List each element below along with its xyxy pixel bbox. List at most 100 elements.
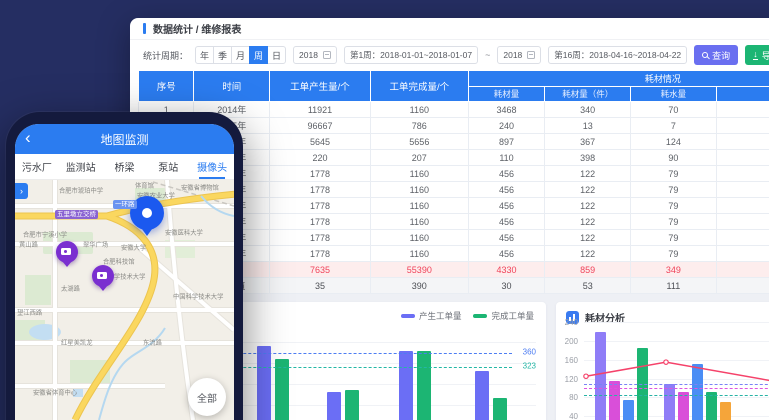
map-label: 合肥市宁溪小学 [23,230,67,239]
map-label: 合肥市琥珀中学 [59,186,103,195]
phone-tab-污水厂[interactable]: 污水厂 [15,154,59,179]
query-button[interactable]: 查询 [694,45,738,65]
table-cell: 349 [631,262,717,278]
table-cell: 1778 [270,198,371,214]
breadcrumb-text: 数据统计 / 维修报表 [153,21,241,36]
bar [706,392,717,420]
pin-dot [142,208,152,218]
group-header: 耗材情况 [468,71,769,87]
sub-column-header: 水量 [716,87,769,102]
table-cell: 7635 [270,262,371,278]
table-cell: 5645 [270,134,371,150]
table-cell: 122 [545,214,631,230]
table-cell: 1778 [270,230,371,246]
table-cell: 79 [631,246,717,262]
table-cell: 13 [545,118,631,134]
sub-column-header: 耗材量（件） [545,87,631,102]
table-cell: 110 [468,150,545,166]
sub-column-header: 耗材量 [468,87,545,102]
calendar-icon [323,51,331,59]
table-cell: 70 [631,102,717,118]
bar [595,332,606,420]
period-label: 统计周期： [143,49,188,62]
table-row: 12014年119211160346834070250 [139,102,769,118]
camera-pin[interactable] [92,265,114,287]
table-cell: 67 [716,230,769,246]
table-cell: 1160 [370,214,468,230]
table-cell: 1778 [270,246,371,262]
sub-column-header: 耗水量 [631,87,717,102]
bar [720,402,731,420]
map-view[interactable]: 体育馆安徽农业大学安徽省博物馆合肥市琥珀中学合肥市宁溪小学安徽医科大学翠华广场安… [15,180,234,420]
all-button[interactable]: 全部 [188,378,226,416]
period-option-周[interactable]: 周 [249,46,268,64]
calendar-icon [527,51,535,59]
camera-pin[interactable] [56,241,78,263]
export-excel-button[interactable]: ↓ 导出Excel [745,45,769,65]
map-label: 太湖路 [61,284,80,293]
query-label: 查询 [712,49,730,62]
phone-tab-摄像头[interactable]: 摄像头 [190,154,234,179]
map-label: 安徽医科大学 [165,228,203,237]
gridline [584,341,769,342]
download-icon: ↓ [753,50,758,60]
table-cell: 456 [468,182,545,198]
y-axis-label: 160 [556,356,578,365]
reference-line [584,388,769,389]
pin-tail [98,285,108,291]
filter-bar: 统计周期： 年季月周日 2018 第1周：2018-01-01~2018-01-… [130,40,769,70]
year-from-value: 2018 [299,50,318,60]
year-to-value: 2018 [503,50,522,60]
year-to-picker[interactable]: 2018 [497,46,541,64]
table-cell: 340 [545,102,631,118]
table-cell: 5656 [370,134,468,150]
week-from-field[interactable]: 第1周：2018-01-01~2018-01-07 [344,46,478,64]
phone-tab-泵站[interactable]: 泵站 [146,154,190,179]
table-cell: 1778 [270,214,371,230]
range-separator: ~ [485,50,490,60]
road-name-tag: 五里墩立交桥 [55,210,98,219]
breadcrumb-accent [143,23,146,34]
gridline [584,379,769,380]
table-cell: 96667 [270,118,371,134]
bar [493,398,507,420]
bar [692,364,703,420]
period-option-季[interactable]: 季 [213,46,232,64]
phone-tab-桥梁[interactable]: 桥梁 [103,154,147,179]
y-axis-label: 200 [556,337,578,346]
material-bar-chart: 2402001601208040 [556,302,769,420]
table-cell: 456 [468,230,545,246]
table-cell: 859 [545,262,631,278]
pin-tail [62,261,72,267]
column-header: 工单完成量/个 [370,71,468,102]
table-cell: 456 [468,214,545,230]
gridline [584,322,769,323]
phone-tab-监测站[interactable]: 监测站 [59,154,103,179]
table-cell: 456 [468,166,545,182]
bar [257,346,271,420]
period-option-月[interactable]: 月 [231,46,250,64]
map-label: 体育馆 [135,181,154,190]
expand-icon[interactable]: › [15,183,28,199]
period-option-年[interactable]: 年 [195,46,214,64]
year-from-picker[interactable]: 2018 [293,46,337,64]
table-cell: 456 [468,198,545,214]
table-cell: 1160 [370,198,468,214]
material-chart-card: 耗材分析 2402001601208040 [556,302,769,420]
week-to-field[interactable]: 第16周：2018-04-16~2018-04-22 [548,46,687,64]
table-cell: 250 [716,102,769,118]
reference-line [584,395,769,396]
table-cell: 124 [631,134,717,150]
map-label: 中国科学技术大学 [173,292,223,301]
table-cell: 122 [545,246,631,262]
bar [623,400,634,420]
table-cell: 334 [716,262,769,278]
phone: ‹ 地图监测 污水厂监测站桥梁泵站摄像头 [6,112,243,420]
column-header: 序号 [139,71,194,102]
table-cell: 79 [631,230,717,246]
table-cell: 1778 [270,182,371,198]
search-icon [702,52,708,58]
period-option-日[interactable]: 日 [267,46,286,64]
back-icon[interactable]: ‹ [25,128,31,148]
table-cell: 67 [716,166,769,182]
